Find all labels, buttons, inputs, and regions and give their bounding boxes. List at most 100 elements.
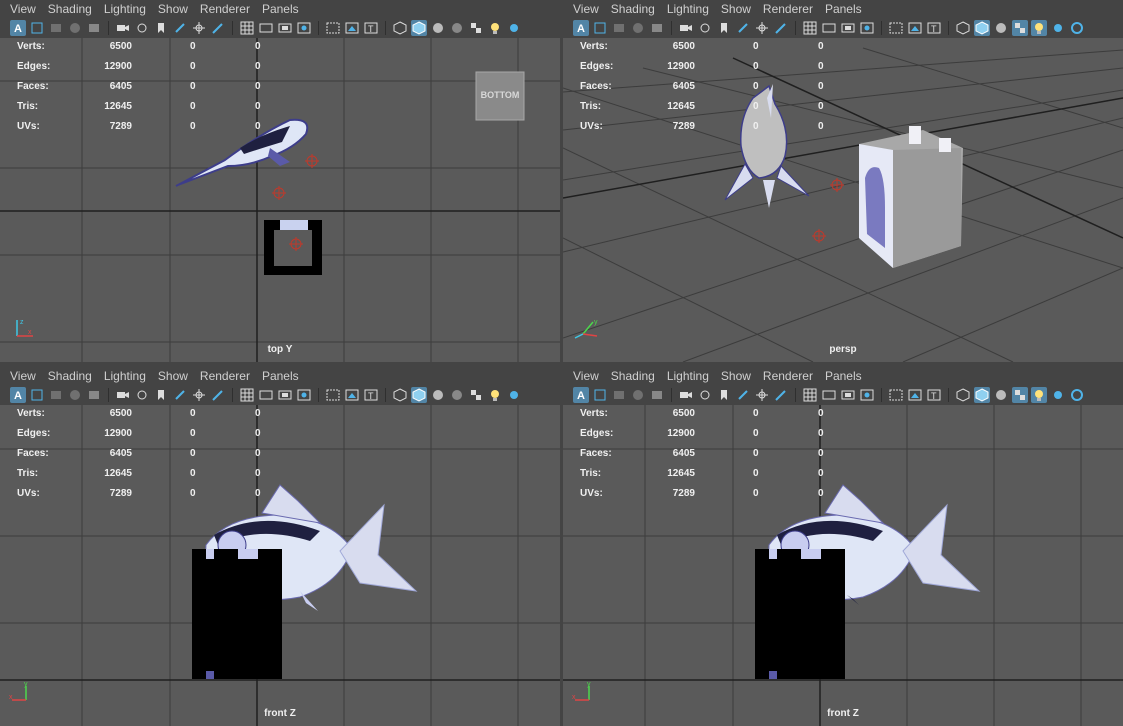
pencil-icon[interactable] [773,387,789,403]
bookmark-icon[interactable] [630,387,646,403]
smooth-shade-icon[interactable] [974,20,990,36]
pencil-icon[interactable] [210,387,226,403]
shadows-icon[interactable] [1050,20,1066,36]
textured-icon[interactable] [1012,20,1028,36]
menu-lighting[interactable]: Lighting [661,0,715,18]
viewport-canvas[interactable]: Verts: 6500 0 0 Edges: 12900 0 0 Faces: 6405 0 0 … [0,405,560,726]
smooth-shade-icon[interactable] [411,387,427,403]
select-camera-icon[interactable]: A [10,20,26,36]
field-chart-icon[interactable] [325,20,341,36]
lights-icon[interactable] [1031,20,1047,36]
field-chart-icon[interactable] [888,387,904,403]
menu-view[interactable]: View [4,367,42,385]
smooth-shade-icon[interactable] [974,387,990,403]
safe-action-icon[interactable] [907,387,923,403]
grid-toggle-icon[interactable] [29,387,45,403]
grease-pencil-icon[interactable] [697,20,713,36]
shade-wireframe-icon[interactable] [430,20,446,36]
textured-icon[interactable] [1012,387,1028,403]
menu-show[interactable]: Show [715,0,757,18]
menu-shading[interactable]: Shading [605,367,661,385]
wireframe-icon[interactable] [955,387,971,403]
grid-icon[interactable] [239,387,255,403]
menu-view[interactable]: View [567,0,605,18]
viewport-top[interactable]: View Shading Lighting Show Renderer Pane… [0,0,560,362]
grease-pencil-icon[interactable] [134,387,150,403]
camera-attributes-icon[interactable] [611,387,627,403]
two-d-pan-zoom-icon[interactable] [678,387,694,403]
menu-panels[interactable]: Panels [819,0,868,18]
grid-icon[interactable] [802,387,818,403]
menu-renderer[interactable]: Renderer [194,367,256,385]
select-camera-icon[interactable]: A [10,387,26,403]
select-camera-icon[interactable]: A [573,20,589,36]
menu-shading[interactable]: Shading [605,0,661,18]
safe-title-icon[interactable]: T [363,387,379,403]
menu-panels[interactable]: Panels [256,0,305,18]
film-gate-icon[interactable] [258,20,274,36]
two-d-pan-zoom-icon[interactable] [115,387,131,403]
safe-title-icon[interactable]: T [926,387,942,403]
menu-show[interactable]: Show [152,367,194,385]
safe-title-icon[interactable]: T [363,20,379,36]
select-camera-icon[interactable]: A [573,387,589,403]
bookmark-flag-icon[interactable] [153,387,169,403]
camera-pivot-icon[interactable] [191,387,207,403]
bookmark-icon[interactable] [67,387,83,403]
menu-panels[interactable]: Panels [256,367,305,385]
camera-pivot-icon[interactable] [191,20,207,36]
ambient-occlusion-icon[interactable] [1069,387,1085,403]
resolution-gate-icon[interactable] [840,387,856,403]
grid-toggle-icon[interactable] [592,387,608,403]
camera-pivot-icon[interactable] [754,20,770,36]
camera-attributes-icon[interactable] [48,20,64,36]
move-tool-icon[interactable] [172,387,188,403]
grease-pencil-icon[interactable] [134,20,150,36]
grid-icon[interactable] [802,20,818,36]
grid-toggle-icon[interactable] [29,20,45,36]
grid-toggle-icon[interactable] [592,20,608,36]
image-plane-icon[interactable] [86,387,102,403]
bookmark-flag-icon[interactable] [716,20,732,36]
grease-pencil-icon[interactable] [697,387,713,403]
move-tool-icon[interactable] [172,20,188,36]
gate-mask-icon[interactable] [296,387,312,403]
viewport-canvas[interactable]: Verts: 6500 0 0 Edges: 12900 0 0 Faces: 6405 0 0 … [563,38,1123,362]
menu-show[interactable]: Show [715,367,757,385]
image-plane-icon[interactable] [649,387,665,403]
safe-title-icon[interactable]: T [926,20,942,36]
wireframe-icon[interactable] [955,20,971,36]
menu-lighting[interactable]: Lighting [98,0,152,18]
menu-lighting[interactable]: Lighting [661,367,715,385]
shade-wireframe-icon[interactable] [430,387,446,403]
viewport-canvas[interactable]: BOTTOM Verts: 6500 0 0 Edges: 12900 0 0 Faces:… [0,38,560,362]
ambient-occlusion-icon[interactable] [1069,20,1085,36]
lights-icon[interactable] [487,387,503,403]
shade-wireframe-icon[interactable] [993,20,1009,36]
menu-renderer[interactable]: Renderer [757,0,819,18]
textured-icon[interactable] [449,387,465,403]
film-gate-icon[interactable] [258,387,274,403]
view-cube-label[interactable]: BOTTOM [476,90,524,100]
bookmark-flag-icon[interactable] [716,387,732,403]
two-d-pan-zoom-icon[interactable] [115,20,131,36]
bookmark-flag-icon[interactable] [153,20,169,36]
textured-icon[interactable] [449,20,465,36]
field-chart-icon[interactable] [325,387,341,403]
two-d-pan-zoom-icon[interactable] [678,20,694,36]
shadows-icon[interactable] [1050,387,1066,403]
menu-renderer[interactable]: Renderer [194,0,256,18]
smooth-shade-icon[interactable] [411,20,427,36]
safe-action-icon[interactable] [907,20,923,36]
pencil-icon[interactable] [773,20,789,36]
menu-view[interactable]: View [4,0,42,18]
film-gate-icon[interactable] [821,387,837,403]
gate-mask-icon[interactable] [296,20,312,36]
shadows-icon[interactable] [506,20,522,36]
pencil-icon[interactable] [210,20,226,36]
shade-wireframe-icon[interactable] [993,387,1009,403]
lights-icon[interactable] [1031,387,1047,403]
viewport-canvas[interactable]: Verts: 6500 0 0 Edges: 12900 0 0 Faces: 6405 0 0 … [563,405,1123,726]
menu-shading[interactable]: Shading [42,0,98,18]
move-tool-icon[interactable] [735,387,751,403]
